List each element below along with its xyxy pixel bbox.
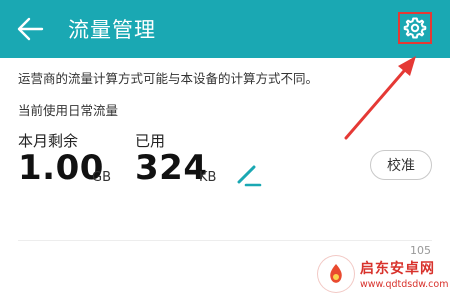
edit-used-button[interactable] — [234, 160, 262, 188]
remaining-unit: GB — [92, 170, 111, 185]
watermark-logo-icon — [318, 256, 354, 292]
calibrate-button[interactable]: 校准 — [370, 150, 432, 180]
used-unit: KB — [199, 170, 217, 185]
stat-value: 105 — [410, 244, 431, 257]
watermark-title: 启东安卓网 — [360, 261, 435, 277]
divider — [18, 240, 432, 241]
app-header: 流量管理 — [0, 0, 450, 58]
watermark-url: www.qdtdsdw.com — [360, 279, 449, 290]
pencil-icon — [237, 165, 262, 187]
page-title: 流量管理 — [68, 18, 156, 42]
current-plan-label: 当前使用日常流量 — [18, 103, 119, 118]
used-value: 324 — [135, 148, 208, 188]
back-button[interactable] — [14, 12, 48, 46]
back-arrow-icon — [17, 17, 44, 41]
watermark: 启东安卓网 www.qdtdsdw.com — [360, 258, 448, 290]
settings-button[interactable] — [398, 12, 432, 44]
annotation-arrow-icon — [344, 56, 416, 140]
remaining-value: 1.00 — [18, 148, 104, 188]
carrier-notice: 运营商的流量计算方式可能与本设备的计算方式不同。 — [18, 71, 319, 86]
gear-icon — [403, 17, 427, 39]
